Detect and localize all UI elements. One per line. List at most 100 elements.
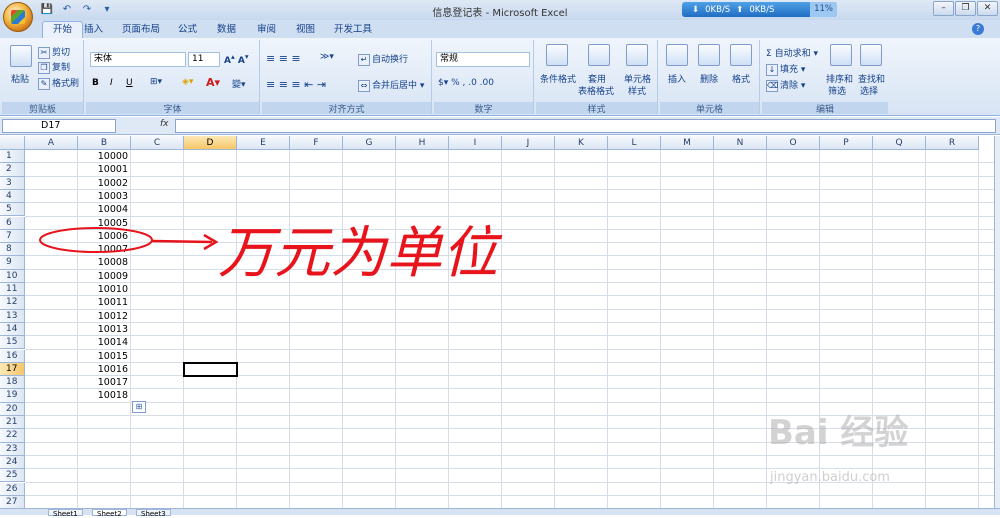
row-header-15[interactable]: 15 [0,336,25,350]
minimize-button[interactable]: – [933,1,954,16]
column-header-Q[interactable]: Q [873,136,926,150]
autofill-options-icon[interactable]: ⊞ [132,400,146,413]
cell-B5[interactable]: 10004 [75,203,128,216]
cell-B7[interactable]: 10006 [75,230,128,243]
column-header-L[interactable]: L [608,136,661,150]
row-header-27[interactable]: 27 [0,495,25,508]
column-header-N[interactable]: N [714,136,767,150]
column-header-P[interactable]: P [820,136,873,150]
copy-button[interactable]: ❐ 复制 [38,60,70,74]
column-header-M[interactable]: M [661,136,714,150]
row-header-23[interactable]: 23 [0,442,25,456]
row-header-26[interactable]: 26 [0,482,25,496]
cell-B16[interactable]: 10015 [75,350,128,363]
italic-button[interactable]: I [110,78,113,88]
conditional-format-button[interactable]: 条件格式 [540,72,576,85]
cell-B19[interactable]: 10018 [75,389,128,402]
cell-B10[interactable]: 10009 [75,270,128,283]
tab-review[interactable]: 审阅 [257,22,276,38]
column-header-O[interactable]: O [767,136,820,150]
font-color-icon[interactable]: A▾ [206,76,220,89]
maximize-button[interactable]: ❐ [955,1,976,16]
tab-insert[interactable]: 插入 [84,22,103,38]
vertical-scrollbar[interactable] [994,136,1000,508]
cell-B13[interactable]: 10012 [75,310,128,323]
row-header-12[interactable]: 12 [0,296,25,310]
cell-B15[interactable]: 10014 [75,336,128,349]
office-button[interactable] [3,2,33,32]
row-header-11[interactable]: 11 [0,283,25,297]
column-header-G[interactable]: G [343,136,396,150]
tab-view[interactable]: 视图 [296,22,315,38]
format-button[interactable]: 格式 [732,72,750,85]
insert-cell-icon[interactable] [666,44,688,66]
row-header-25[interactable]: 25 [0,469,25,483]
cell-B17[interactable]: 10016 [75,363,128,376]
font-name-select[interactable]: 宋体 [90,52,186,67]
cut-button[interactable]: ✂ 剪切 [38,45,70,59]
conditional-format-icon[interactable] [546,44,568,66]
column-header-E[interactable]: E [237,136,290,150]
table-format-icon[interactable] [588,44,610,66]
cell-style-icon[interactable] [626,44,648,66]
cell-style-label2[interactable]: 样式 [628,84,646,97]
format-painter-button[interactable]: ✎ 格式刷 [38,76,79,90]
cell-B18[interactable]: 10017 [75,376,128,389]
autosum-button[interactable]: Σ 自动求和 ▾ [766,46,818,59]
active-cell-D17[interactable] [183,361,238,378]
column-header-D[interactable]: D [184,136,237,150]
column-header-C[interactable]: C [131,136,184,150]
row-header-22[interactable]: 22 [0,429,25,443]
wrap-text-button[interactable]: ↵ 自动换行 [358,52,408,66]
number-format-icons[interactable]: $▾ % , .0 .00 [438,78,494,88]
row-header-18[interactable]: 18 [0,376,25,390]
paste-button[interactable]: 粘贴 [11,72,29,85]
sort-label2[interactable]: 筛选 [828,84,846,97]
find-select-icon[interactable] [860,44,882,66]
delete-button[interactable]: 删除 [700,72,718,85]
select-all-corner[interactable] [0,136,25,150]
fill-button[interactable]: ↓ 填充 ▾ [766,62,805,76]
row-header-9[interactable]: 9 [0,256,25,270]
name-box[interactable]: D17 [2,119,116,133]
cell-B12[interactable]: 10011 [75,296,128,309]
column-header-H[interactable]: H [396,136,449,150]
formula-input[interactable] [175,119,996,133]
row-header-5[interactable]: 5 [0,203,25,217]
phonetic-icon[interactable]: 變▾ [232,77,246,90]
row-header-2[interactable]: 2 [0,163,25,177]
column-header-F[interactable]: F [290,136,343,150]
cell-B8[interactable]: 10007 [75,243,128,256]
cell-B2[interactable]: 10001 [75,163,128,176]
align-top-icon[interactable]: ≡ ≡ ≡ [266,52,301,65]
tab-formulas[interactable]: 公式 [178,22,197,38]
column-header-A[interactable]: A [25,136,78,150]
close-button[interactable]: ✕ [977,1,998,16]
column-header-B[interactable]: B [78,136,131,150]
tab-data[interactable]: 数据 [217,22,236,38]
cell-B11[interactable]: 10010 [75,283,128,296]
tab-page-layout[interactable]: 页面布局 [122,22,160,38]
row-header-20[interactable]: 20 [0,402,25,416]
underline-button[interactable]: U [126,78,133,88]
row-header-19[interactable]: 19 [0,389,25,403]
row-header-16[interactable]: 16 [0,349,25,363]
cell-B6[interactable]: 10005 [75,217,128,230]
cell-B1[interactable]: 10000 [75,150,128,163]
row-header-1[interactable]: 1 [0,150,25,164]
tab-developer[interactable]: 开发工具 [334,22,372,38]
table-format-label2[interactable]: 表格格式 [578,84,614,97]
clear-button[interactable]: ⌫ 清除 ▾ [766,78,805,92]
border-icon[interactable]: ⊞▾ [150,77,162,87]
row-header-21[interactable]: 21 [0,416,25,430]
delete-cell-icon[interactable] [698,44,720,66]
orientation-icon[interactable]: ≫▾ [320,52,334,62]
row-header-13[interactable]: 13 [0,309,25,323]
row-header-17[interactable]: 17 [0,362,25,377]
column-header-J[interactable]: J [502,136,555,150]
row-header-8[interactable]: 8 [0,243,25,257]
cell-B4[interactable]: 10003 [75,190,128,203]
help-icon[interactable]: ? [972,23,984,35]
cell-B14[interactable]: 10013 [75,323,128,336]
row-header-7[interactable]: 7 [0,229,25,244]
